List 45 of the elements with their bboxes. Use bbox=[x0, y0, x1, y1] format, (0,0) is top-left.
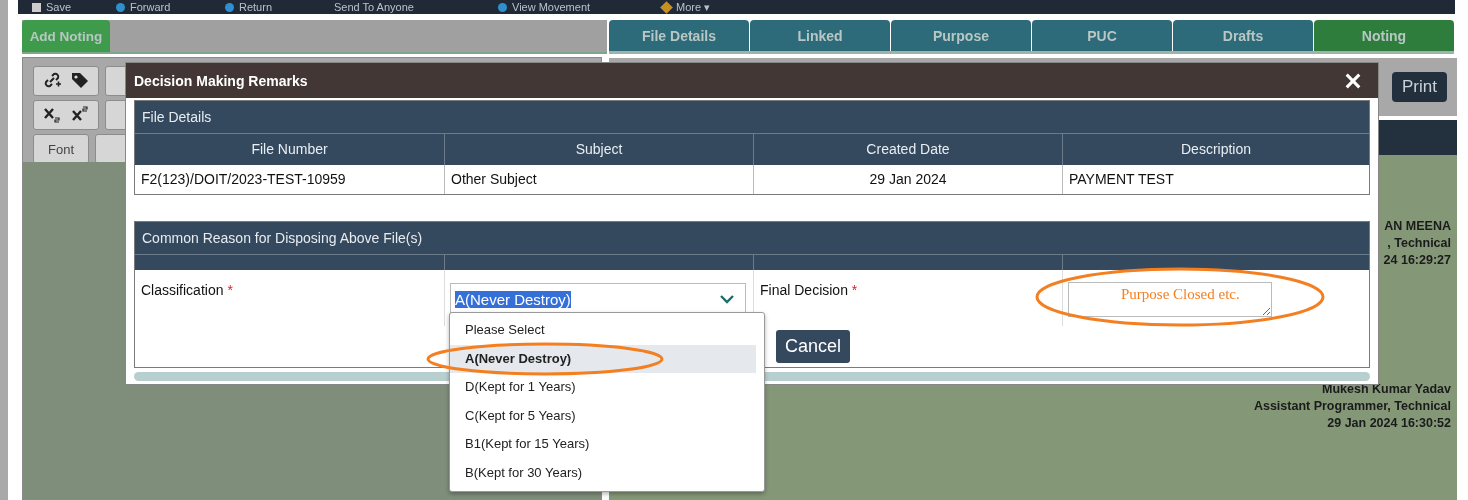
signature-line: , Technical bbox=[1386, 235, 1451, 252]
column-header: File Number bbox=[135, 133, 444, 165]
toolbar-button[interactable]: Forward bbox=[130, 1, 171, 13]
final-decision-field[interactable] bbox=[1068, 282, 1272, 317]
panel-title: Common Reason for Disposing Above File(s) bbox=[142, 230, 423, 246]
dropdown-option[interactable]: B1(Kept for 15 Years) bbox=[450, 430, 756, 459]
font-button[interactable]: Font bbox=[33, 134, 89, 164]
tag-icon[interactable] bbox=[70, 70, 90, 90]
signature-line: Assistant Programmer, Technical bbox=[1253, 398, 1451, 415]
cancel-button[interactable]: Cancel bbox=[776, 330, 850, 363]
table-cell-text: F2(123)/DOIT/2023-TEST-10959 bbox=[140, 170, 347, 189]
dropdown-option[interactable]: B(Kept for 30 Years) bbox=[450, 458, 756, 487]
circle-icon[interactable] bbox=[225, 2, 234, 12]
circle-icon[interactable] bbox=[116, 2, 125, 12]
table-cell: PAYMENT TEST bbox=[1062, 165, 1369, 194]
dialog-title: Decision Making Remarks bbox=[134, 72, 308, 89]
required-mark: * bbox=[851, 282, 858, 298]
table-cell: Other Subject bbox=[444, 165, 753, 194]
toolbar-button[interactable]: More ▾ bbox=[676, 1, 711, 13]
toolbar-button[interactable]: Save bbox=[46, 1, 72, 13]
toolbar-button[interactable]: View Movement bbox=[512, 1, 591, 13]
save-icon[interactable] bbox=[32, 2, 41, 12]
toolbar-button[interactable]: Return bbox=[239, 1, 273, 13]
close-icon[interactable] bbox=[1344, 71, 1362, 90]
field-label: Final Decision bbox=[760, 282, 848, 298]
column-header: Created Date bbox=[753, 133, 1062, 165]
circle-icon[interactable] bbox=[498, 2, 507, 12]
dropdown-option[interactable]: Please Select bbox=[450, 316, 756, 345]
signature-line: 24 16:29:27 bbox=[1383, 252, 1451, 269]
signature-line: AN MEENA bbox=[1383, 218, 1451, 235]
chevron-down-icon bbox=[719, 294, 735, 304]
column-header: Subject bbox=[444, 133, 753, 165]
link-add-icon[interactable] bbox=[42, 70, 62, 90]
required-mark: * bbox=[227, 282, 233, 298]
dropdown-option[interactable]: D(Kept for 1 Years) bbox=[450, 373, 756, 402]
signature-line: 29 Jan 2024 16:30:52 bbox=[1326, 415, 1451, 432]
annotation-text: Purpose Closed etc. bbox=[1121, 286, 1240, 303]
dropdown-option[interactable]: C(Kept for 5 Years) bbox=[450, 401, 756, 430]
panel-title: File Details bbox=[142, 109, 212, 125]
column-header: Description bbox=[1062, 133, 1369, 165]
toolbar-button[interactable]: Send To Anyone bbox=[334, 1, 414, 13]
table-cell: 29 Jan 2024 bbox=[753, 165, 1062, 194]
signature-line: Mukesh Kumar Yadav bbox=[1321, 381, 1451, 398]
field-label: Classification bbox=[141, 282, 224, 298]
print-button[interactable]: Print bbox=[1392, 72, 1447, 102]
